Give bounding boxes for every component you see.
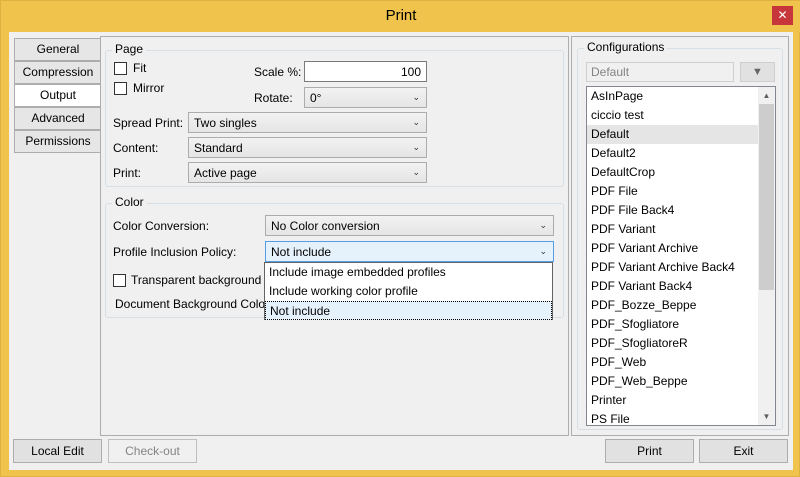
print-select[interactable]: Active page ⌄ — [188, 162, 427, 183]
print-label: Print: — [113, 166, 142, 180]
transparent-bg-checkbox[interactable] — [113, 274, 126, 287]
policy-option[interactable]: Include image embedded profiles — [265, 263, 552, 282]
local-edit-button[interactable]: Local Edit — [13, 439, 102, 463]
profile-policy-dropdown: Include image embedded profiles Include … — [264, 262, 553, 320]
rotate-select[interactable]: 0° ⌄ — [304, 87, 427, 108]
mirror-checkbox[interactable] — [114, 82, 127, 95]
title-bar[interactable]: Print ✕ — [1, 1, 800, 32]
profile-policy-label: Profile Inclusion Policy: — [113, 245, 237, 259]
configuration-item[interactable]: PDF Variant Archive Back4 — [587, 258, 775, 277]
transparent-bg-label: Transparent background — [131, 273, 262, 287]
chevron-down-icon: ⌄ — [412, 167, 420, 177]
print-button[interactable]: Print — [605, 439, 694, 463]
configuration-item[interactable]: Default2 — [587, 144, 775, 163]
configuration-default-field[interactable]: Default — [586, 62, 734, 82]
configurations-legend: Configurations — [584, 40, 668, 54]
spread-print-label: Spread Print: — [113, 116, 184, 130]
tab-general[interactable]: General — [14, 38, 102, 61]
configuration-item[interactable]: PDF_Bozze_Beppe — [587, 296, 775, 315]
output-tab-panel: Page Fit Mirror Scale %: 100 Rotate: 0° … — [100, 36, 569, 436]
profile-policy-select[interactable]: Not include ⌄ — [265, 241, 554, 262]
tab-advanced[interactable]: Advanced — [14, 107, 102, 130]
configuration-item[interactable]: PDF Variant Back4 — [587, 277, 775, 296]
policy-option[interactable]: Not include — [265, 301, 552, 320]
content-select[interactable]: Standard ⌄ — [188, 137, 427, 158]
window-title: Print — [385, 7, 417, 24]
print-value: Active page — [194, 166, 257, 180]
print-dialog-window: Print ✕ General Compression Output Advan… — [0, 0, 800, 477]
chevron-down-icon: ⌄ — [412, 117, 420, 127]
fit-checkbox[interactable] — [114, 62, 127, 75]
configurations-items: AsInPage ciccio test Default Default2 Defaul… — [587, 87, 775, 425]
triangle-down-icon: ▼ — [752, 66, 763, 78]
configuration-item[interactable]: PDF File Back4 — [587, 201, 775, 220]
configuration-item[interactable]: PDF_Web_Beppe — [587, 372, 775, 391]
color-conversion-value: No Color conversion — [271, 219, 380, 233]
spread-print-select[interactable]: Two singles ⌄ — [188, 112, 427, 133]
content-value: Standard — [194, 141, 243, 155]
configurations-panel: Configurations Default ▼ AsInPage ciccio … — [571, 36, 789, 436]
doc-bg-color-label: Document Background Colo — [115, 297, 266, 311]
configuration-dropdown-button[interactable]: ▼ — [740, 62, 775, 82]
color-group-legend: Color — [112, 195, 147, 209]
tab-permissions[interactable]: Permissions — [14, 130, 102, 153]
close-icon: ✕ — [777, 8, 788, 22]
close-button[interactable]: ✕ — [772, 6, 793, 25]
configuration-item[interactable]: Printer — [587, 391, 775, 410]
chevron-down-icon: ⌄ — [539, 220, 547, 230]
scroll-down-icon[interactable]: ▼ — [758, 408, 775, 425]
configuration-item[interactable]: PS File — [587, 410, 775, 425]
scale-label: Scale %: — [254, 65, 302, 79]
tab-output[interactable]: Output — [14, 84, 102, 107]
configuration-item[interactable]: PDF_Sfogliatore — [587, 315, 775, 334]
color-conversion-select[interactable]: No Color conversion ⌄ — [265, 215, 554, 236]
scroll-thumb[interactable] — [759, 104, 774, 290]
rotate-label: Rotate: — [254, 91, 293, 105]
rotate-value: 0° — [310, 91, 322, 105]
configuration-item[interactable]: DefaultCrop — [587, 163, 775, 182]
mirror-label: Mirror — [133, 81, 165, 95]
configurations-list[interactable]: AsInPage ciccio test Default Default2 Defaul… — [586, 86, 776, 426]
configuration-item[interactable]: Default — [587, 125, 775, 144]
dialog-client: General Compression Output Advanced Perm… — [9, 32, 793, 470]
fit-label: Fit — [133, 61, 147, 75]
tab-strip: General Compression Output Advanced Perm… — [14, 38, 102, 153]
content-label: Content: — [113, 141, 159, 155]
configuration-item[interactable]: PDF_SfogliatoreR — [587, 334, 775, 353]
configuration-item[interactable]: PDF_Web — [587, 353, 775, 372]
tab-compression[interactable]: Compression — [14, 61, 102, 84]
chevron-down-icon: ⌄ — [539, 246, 547, 256]
configuration-item[interactable]: PDF File — [587, 182, 775, 201]
chevron-down-icon: ⌄ — [412, 92, 420, 102]
configuration-item[interactable]: ciccio test — [587, 106, 775, 125]
exit-button[interactable]: Exit — [699, 439, 788, 463]
policy-option[interactable]: Include working color profile — [265, 282, 552, 301]
color-conversion-label: Color Conversion: — [113, 219, 210, 233]
check-out-button[interactable]: Check-out — [108, 439, 197, 463]
page-group-legend: Page — [112, 42, 147, 56]
vertical-scrollbar[interactable]: ▲ ▼ — [758, 87, 775, 425]
scroll-up-icon[interactable]: ▲ — [758, 87, 775, 104]
configuration-item[interactable]: PDF Variant Archive — [587, 239, 775, 258]
chevron-down-icon: ⌄ — [412, 142, 420, 152]
scale-input[interactable]: 100 — [304, 61, 427, 82]
spread-print-value: Two singles — [194, 116, 257, 130]
configuration-item[interactable]: AsInPage — [587, 87, 775, 106]
configuration-item[interactable]: PDF Variant — [587, 220, 775, 239]
profile-policy-value: Not include — [271, 245, 332, 259]
